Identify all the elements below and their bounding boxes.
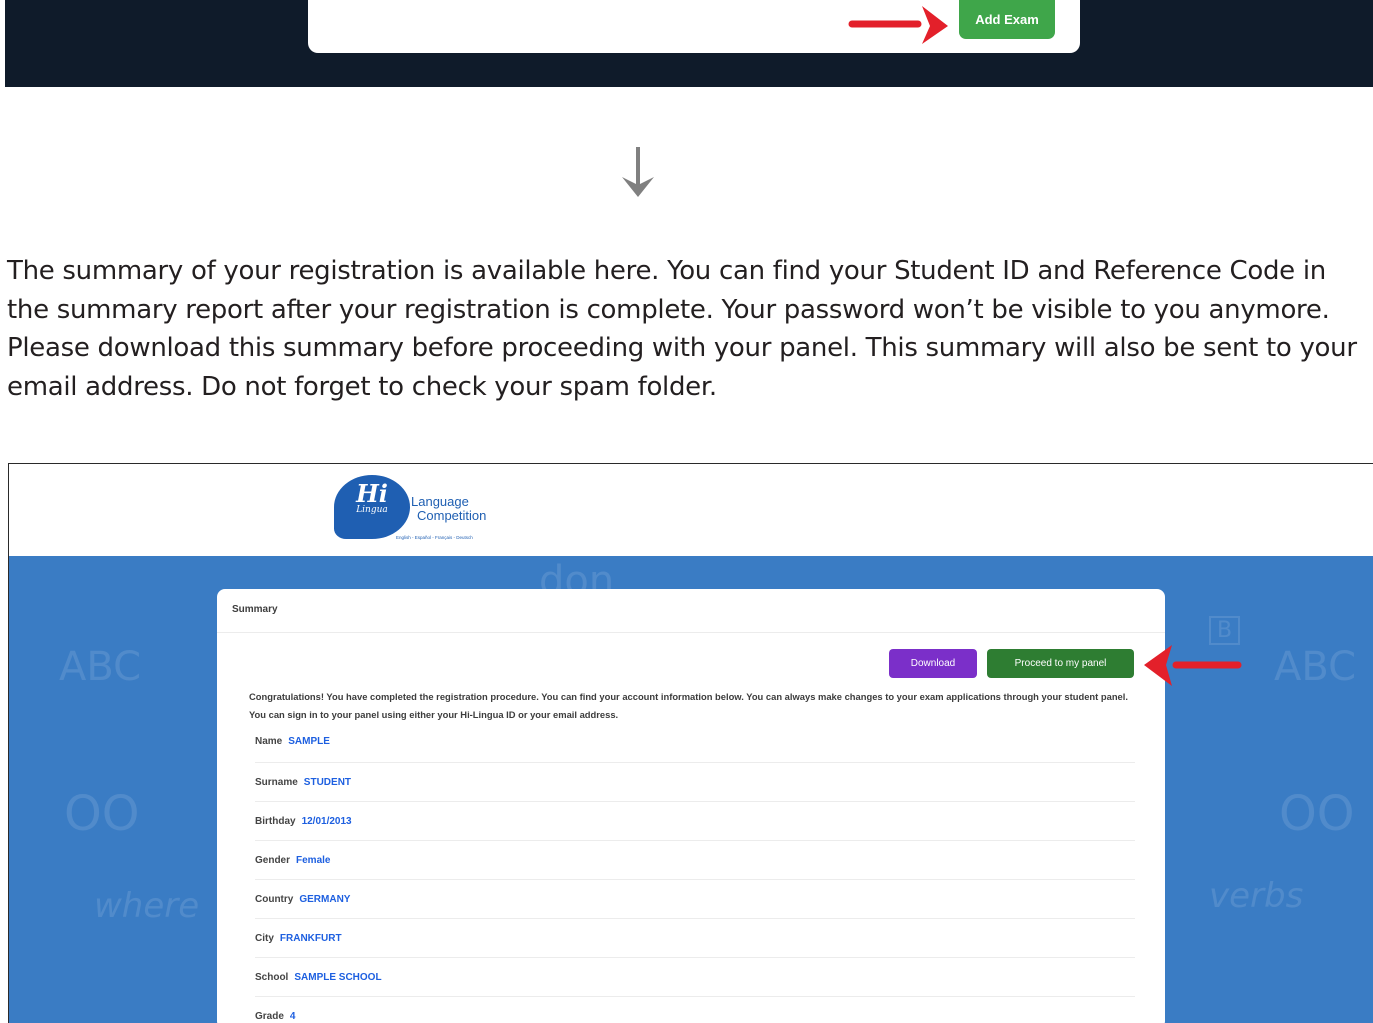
- info-label: School: [255, 971, 289, 983]
- doodle-where: where: [94, 886, 200, 926]
- logo-badge: Hi Lingua: [334, 475, 410, 539]
- info-value: 4: [289, 1010, 296, 1022]
- down-arrow-icon: [622, 147, 654, 197]
- account-info-list: Name SAMPLE Surname STUDENT Birthday 12/01/20…: [255, 734, 1135, 1023]
- red-arrow-icon: [1144, 645, 1242, 686]
- info-value: Female: [296, 854, 331, 866]
- info-value: STUDENT: [303, 776, 352, 788]
- info-row: Country GERMANY: [255, 880, 1135, 919]
- info-label: Grade: [255, 1010, 284, 1022]
- logo-line-1: Language: [411, 494, 469, 509]
- doodle-abc-left: ABC: [59, 644, 142, 690]
- logo-tagline: English - Español - Français - Deutsch: [396, 535, 473, 540]
- site-header: Hi Lingua Language Competition English -…: [9, 464, 1373, 556]
- info-label: Name: [255, 736, 283, 747]
- info-value: SAMPLE SCHOOL: [294, 971, 382, 983]
- top-banner: [5, 0, 1373, 87]
- doodle-verbs: verbs: [1209, 876, 1304, 916]
- info-row: Gender Female: [255, 841, 1135, 880]
- doodle-abc-right: ABC: [1274, 644, 1357, 690]
- logo-hi-text: Hi: [356, 479, 388, 508]
- doodle-oo-left: OO: [64, 786, 140, 842]
- info-row: School SAMPLE SCHOOL: [255, 958, 1135, 997]
- info-row: City FRANKFURT: [255, 919, 1135, 958]
- doodle-oo-right: OO: [1279, 786, 1355, 842]
- card-divider: [217, 632, 1165, 633]
- info-label: Country: [255, 893, 294, 905]
- summary-screenshot: Hi Lingua Language Competition English -…: [8, 463, 1373, 1023]
- summary-card: Summary Download Proceed to my panel Con…: [217, 589, 1165, 1023]
- info-row: Birthday 12/01/2013: [255, 802, 1135, 841]
- red-arrow-icon: [848, 6, 948, 44]
- logo-wordmark: Language Competition: [411, 495, 486, 523]
- info-label: Birthday: [255, 815, 296, 827]
- instruction-text: The summary of your registration is avai…: [7, 256, 1357, 402]
- info-label: City: [255, 932, 274, 944]
- add-exam-button[interactable]: Add Exam: [959, 0, 1055, 39]
- info-row: Name SAMPLE: [255, 734, 1135, 763]
- download-button[interactable]: Download: [889, 649, 977, 678]
- info-label: Surname: [255, 776, 298, 788]
- proceed-to-panel-button[interactable]: Proceed to my panel: [987, 649, 1134, 678]
- congratulations-message: Congratulations! You have completed the …: [249, 691, 1128, 720]
- info-value: 12/01/2013: [301, 815, 352, 827]
- info-row: Surname STUDENT: [255, 763, 1135, 802]
- info-value: GERMANY: [299, 893, 351, 905]
- info-value: FRANKFURT: [279, 932, 342, 944]
- info-label: Gender: [255, 854, 291, 866]
- summary-title: Summary: [232, 604, 278, 615]
- info-value: SAMPLE: [288, 736, 330, 747]
- logo-line-2: Competition: [417, 508, 487, 523]
- logo-lingua-text: Lingua: [356, 505, 388, 515]
- hi-lingua-logo: Hi Lingua Language Competition English -…: [334, 475, 514, 547]
- info-row: Grade 4: [255, 997, 1135, 1023]
